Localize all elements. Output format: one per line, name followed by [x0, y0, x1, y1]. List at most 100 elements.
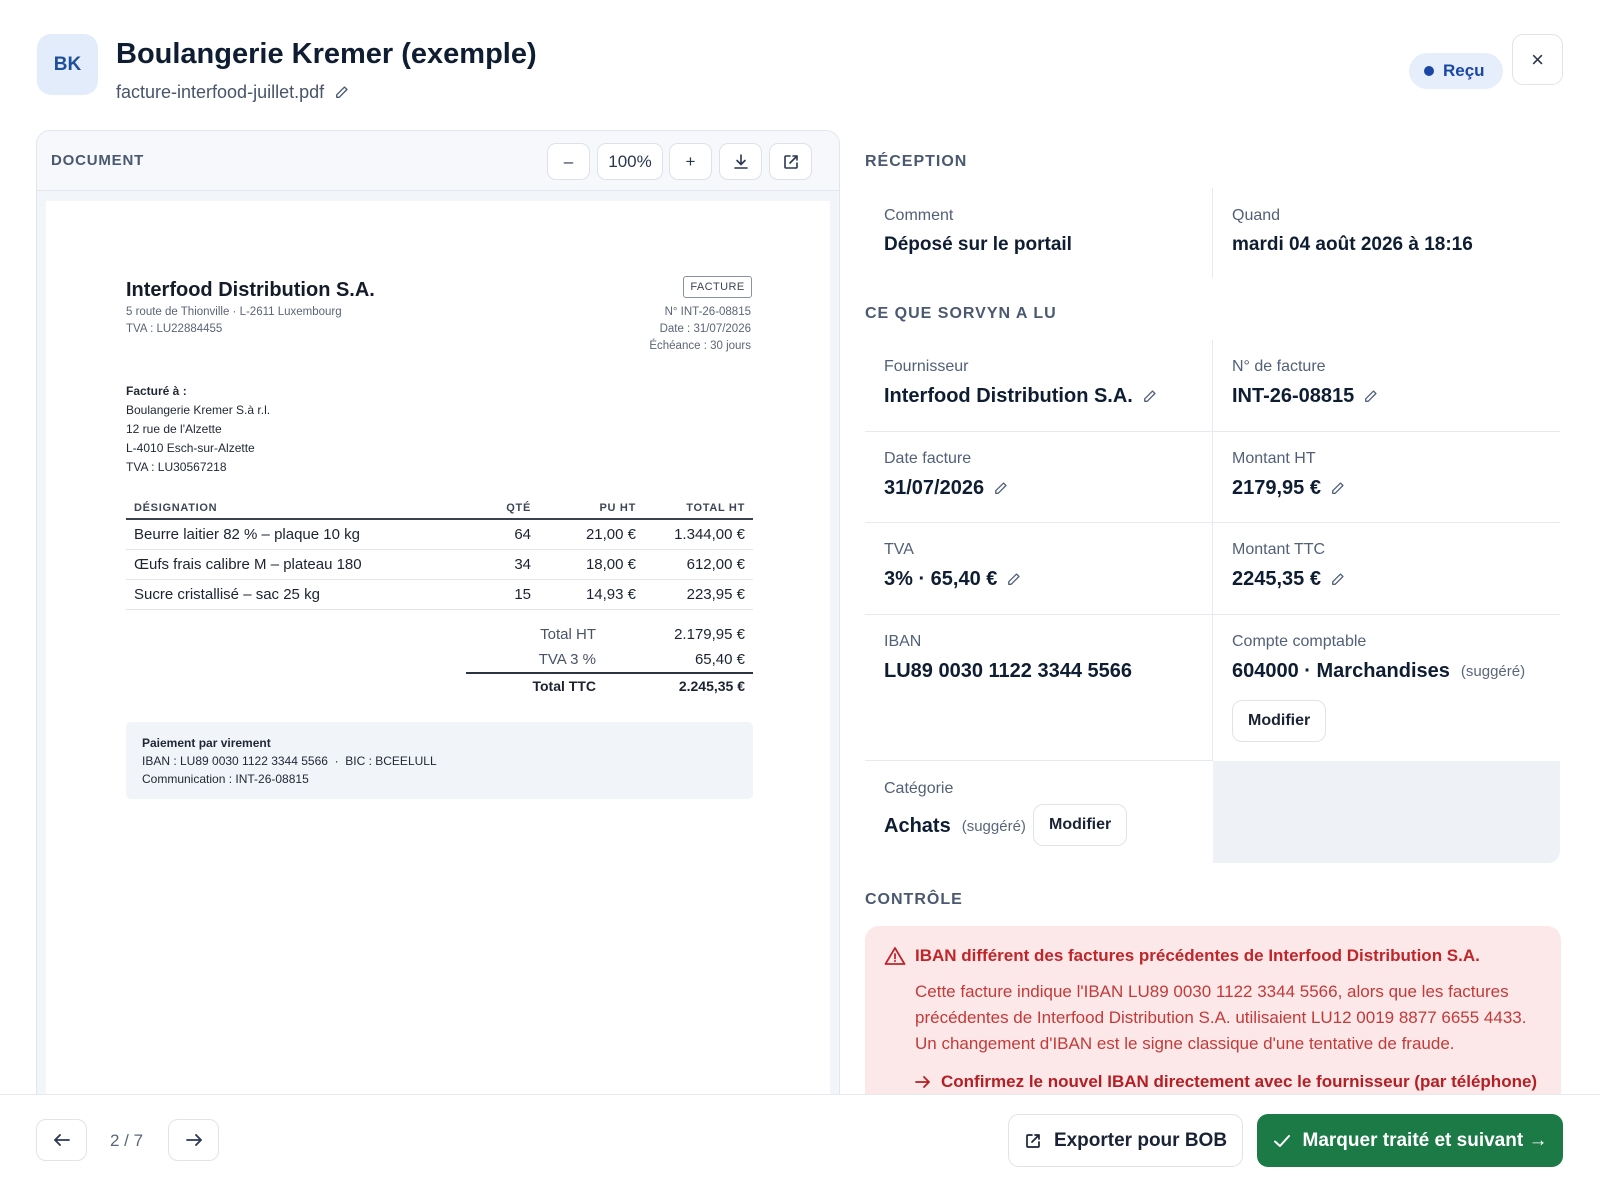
zoom-in-icon: + — [685, 151, 696, 171]
payment-iban: IBAN : LU89 0030 1122 3344 5566 · BIC : … — [142, 754, 437, 768]
vat-row: TVA 3 % 65,40 € — [466, 647, 753, 672]
field-value: 3% · 65,40 € — [884, 568, 1021, 591]
total-value: 65,40 € — [694, 651, 745, 668]
field-label: Catégorie — [884, 780, 954, 797]
section-control-title: CONTRÔLE — [865, 891, 963, 908]
table-row: Œufs frais calibre M – plateau 180 34 18… — [126, 550, 753, 580]
field-amount-ht: Montant HT 2179,95 € — [1232, 450, 1345, 500]
document-label: DOCUMENT — [51, 152, 145, 169]
invoice-page: Interfood Distribution S.A. 5 route de T… — [46, 201, 830, 1119]
invoice-due: Échéance : 30 jours — [649, 340, 751, 352]
next-button[interactable] — [168, 1119, 219, 1161]
download-button[interactable] — [719, 143, 762, 180]
divider — [1212, 340, 1213, 760]
field-value: 2179,95 € — [1232, 477, 1345, 500]
field-label: TVA — [884, 541, 914, 558]
invoice-totals: Total HT 2.179,95 € TVA 3 % 65,40 € Tota… — [466, 622, 753, 697]
field-value: INT-26-08815 — [1232, 385, 1378, 408]
payment-title: Paiement par virement — [142, 736, 271, 750]
document-panel: DOCUMENT – 100% + Interfood Distribution… — [36, 130, 840, 1120]
payment-communication: Communication : INT-26-08815 — [142, 772, 309, 786]
modify-category-button[interactable]: Modifier — [1033, 804, 1128, 846]
cell-designation: Œufs frais calibre M – plateau 180 — [134, 556, 362, 573]
edit-invoice-number-icon[interactable] — [1363, 389, 1378, 404]
arrow-right-icon — [185, 1134, 202, 1146]
modify-account-button[interactable]: Modifier — [1232, 700, 1327, 742]
invoice-company: Interfood Distribution S.A. — [126, 279, 375, 301]
section-extracted-title: CE QUE SORVYN A LU — [865, 305, 1057, 322]
field-label: Fournisseur — [884, 358, 969, 375]
invoice-date-value: 31/07/2026 — [884, 477, 985, 499]
arrow-left-icon — [53, 1134, 70, 1146]
cell-unit-price: 14,93 € — [585, 586, 636, 603]
field-supplier: Fournisseur Interfood Distribution S.A. — [884, 358, 1157, 408]
invoice-date: Date : 31/07/2026 — [659, 323, 751, 335]
field-label: Quand — [1232, 207, 1281, 224]
edit-date-icon[interactable] — [993, 481, 1008, 496]
divider — [865, 614, 1560, 615]
footer-bar: 2 / 7 Exporter pour BOB Marquer traité e… — [0, 1094, 1600, 1187]
invoice-meta: N° INT-26-08815 Date : 31/07/2026 Échéan… — [649, 304, 751, 355]
status-badge: Reçu — [1409, 53, 1503, 89]
field-amount-ttc: Montant TTC 2245,35 € — [1232, 541, 1345, 591]
billto-line: Boulangerie Kremer S.à r.l. — [126, 403, 271, 417]
alert-action[interactable]: Confirmez le nouvel IBAN directement ave… — [915, 1072, 1537, 1092]
close-button[interactable]: × — [1512, 34, 1563, 85]
field-value: Achats (suggéré) — [884, 815, 1026, 838]
billto-line: 12 rue de l'Alzette — [126, 422, 222, 436]
field-value: 31/07/2026 — [884, 477, 1008, 500]
field-value: Déposé sur le portail — [884, 234, 1072, 255]
download-icon — [733, 153, 748, 169]
edit-vat-icon[interactable] — [1006, 572, 1021, 587]
field-label: N° de facture — [1232, 358, 1326, 375]
edit-amount-ttc-icon[interactable] — [1330, 572, 1345, 587]
billto-line: L-4010 Esch-sur-Alzette — [126, 441, 255, 455]
close-icon: × — [1531, 46, 1544, 72]
total-value: 2.179,95 € — [674, 626, 745, 643]
total-ht-row: Total HT 2.179,95 € — [466, 622, 753, 647]
alert-title: IBAN différent des factures précédentes … — [915, 946, 1480, 965]
section-reception-title: RÉCEPTION — [865, 153, 968, 170]
field-invoice-number: N° de facture INT-26-08815 — [1232, 358, 1378, 408]
supplier-avatar: BK — [37, 34, 98, 95]
previous-button[interactable] — [36, 1119, 87, 1161]
cell-qty: 64 — [514, 526, 531, 543]
edit-supplier-icon[interactable] — [1142, 389, 1157, 404]
zoom-level[interactable]: 100% — [597, 143, 663, 180]
table-header: DÉSIGNATION QTÉ PU HT TOTAL HT — [126, 498, 753, 520]
col-unit-price: PU HT — [599, 502, 636, 514]
filename[interactable]: facture-interfood-juillet.pdf — [116, 82, 349, 103]
col-total: TOTAL HT — [686, 502, 745, 514]
invoice-vat: TVA : LU22884455 — [126, 323, 223, 335]
edit-amount-ht-icon[interactable] — [1330, 481, 1345, 496]
field-when: Quand mardi 04 août 2026 à 18:16 — [1232, 207, 1473, 256]
invoice-address: 5 route de Thionville · L-2611 Luxembour… — [126, 306, 342, 318]
zoom-out-icon: – — [563, 151, 574, 171]
check-icon — [1273, 1134, 1290, 1147]
field-invoice-date: Date facture 31/07/2026 — [884, 450, 1008, 500]
field-label: Comment — [884, 207, 954, 224]
cell-total: 223,95 € — [686, 586, 745, 603]
divider — [865, 760, 1213, 761]
billto-title: Facturé à : — [126, 384, 187, 398]
export-bob-button[interactable]: Exporter pour BOB — [1008, 1114, 1243, 1167]
zoom-out-button[interactable]: – — [547, 143, 590, 180]
field-label: Date facture — [884, 450, 972, 467]
status-dot — [1424, 66, 1434, 76]
edit-filename-icon[interactable] — [334, 85, 349, 100]
total-value: 2.245,35 € — [678, 677, 745, 694]
field-label: Montant HT — [1232, 450, 1316, 467]
zoom-in-button[interactable]: + — [669, 143, 712, 180]
external-link-icon — [1026, 1133, 1040, 1148]
divider — [865, 431, 1560, 432]
field-account: Compte comptable 604000 · Marchandises (… — [1232, 633, 1525, 683]
external-link-icon — [783, 154, 798, 169]
field-label: IBAN — [884, 633, 922, 650]
iban-value: LU89 0030 1122 3344 5566 — [884, 660, 1132, 682]
category-value: Achats — [884, 815, 951, 837]
mark-done-next-button[interactable]: Marquer traité et suivant → — [1257, 1114, 1563, 1167]
invoice-number-value: INT-26-08815 — [1232, 385, 1355, 407]
open-external-button[interactable] — [769, 143, 812, 180]
supplier-value: Interfood Distribution S.A. — [884, 385, 1133, 407]
alert-action-label: Confirmez le nouvel IBAN directement ave… — [941, 1072, 1538, 1091]
